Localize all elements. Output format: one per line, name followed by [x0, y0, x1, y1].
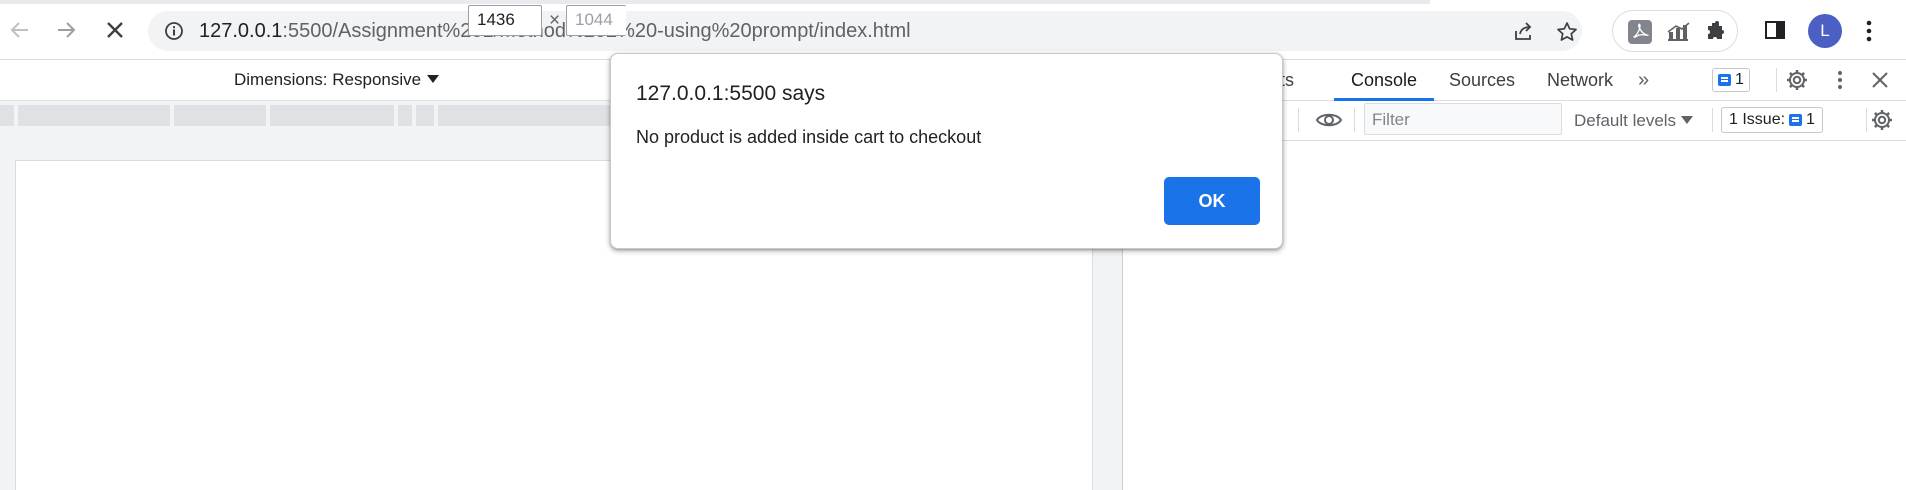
ruler-segment[interactable] — [270, 105, 394, 127]
ruler-segment[interactable] — [416, 105, 434, 127]
dropdown-arrow-icon — [427, 75, 440, 83]
dialog-message: No product is added inside cart to check… — [636, 127, 982, 147]
divider — [1866, 108, 1867, 132]
dimensions-dropdown[interactable]: Dimensions: Responsive — [234, 70, 440, 90]
dialog-title: 127.0.0.1:5500 says — [636, 82, 826, 105]
divider — [1776, 68, 1777, 92]
gear-icon[interactable] — [1785, 68, 1809, 92]
console-settings-icon[interactable] — [1870, 108, 1894, 132]
tab-strip-edge — [0, 0, 1430, 4]
message-icon — [1718, 74, 1731, 86]
messages-badge[interactable]: 1 — [1712, 68, 1750, 92]
star-icon[interactable] — [1556, 21, 1578, 43]
back-button[interactable] — [2, 12, 38, 48]
tab-sources[interactable]: Sources — [1449, 70, 1515, 91]
url-host: 127.0.0.1 — [199, 20, 283, 42]
ruler-segment[interactable] — [438, 105, 610, 127]
issue-icon — [1789, 114, 1803, 126]
pdf-extension-icon[interactable] — [1628, 20, 1652, 44]
arrow-right-icon — [58, 22, 76, 38]
issues-label: 1 Issue: — [1729, 111, 1786, 128]
width-input[interactable]: 1436 — [468, 5, 542, 36]
chart-extension-icon[interactable] — [1666, 20, 1690, 44]
stop-button[interactable] — [97, 12, 133, 48]
eye-icon[interactable] — [1315, 108, 1343, 132]
divider — [1712, 108, 1713, 132]
dimension-separator: × — [549, 10, 561, 31]
side-panel-icon[interactable] — [1764, 19, 1786, 41]
puzzle-icon[interactable] — [1703, 20, 1727, 44]
browser-toolbar: 127.0.0.1:5500/Assignment%201/Method%202… — [0, 0, 1906, 60]
dimensions-label: Dimensions: Responsive — [234, 70, 422, 89]
extensions-area — [1612, 10, 1738, 52]
close-icon — [107, 22, 123, 38]
alert-dialog: 127.0.0.1:5500 says No product is added … — [610, 53, 1283, 249]
levels-label: Default levels — [1574, 111, 1677, 130]
ruler-segment[interactable] — [0, 105, 14, 127]
ruler-segment[interactable] — [398, 105, 412, 127]
divider — [1354, 108, 1355, 132]
issues-badge[interactable]: 1 Issue: 1 — [1721, 107, 1823, 133]
info-icon[interactable] — [164, 21, 184, 41]
height-input[interactable]: 1044 — [566, 5, 626, 36]
forward-button[interactable] — [48, 12, 84, 48]
close-icon[interactable] — [1868, 68, 1892, 92]
ruler-segment[interactable] — [174, 105, 266, 127]
divider — [1298, 108, 1299, 132]
message-count: 1 — [1735, 71, 1744, 88]
more-vertical-icon[interactable] — [1862, 18, 1876, 44]
ok-button[interactable]: OK — [1164, 177, 1260, 225]
profile-avatar[interactable]: L — [1808, 14, 1842, 48]
console-filter-input[interactable]: Filter — [1364, 103, 1562, 135]
log-levels-dropdown[interactable]: Default levels — [1574, 111, 1694, 131]
address-bar[interactable]: 127.0.0.1:5500/Assignment%201/Method%202… — [148, 11, 1582, 51]
ruler-segment[interactable] — [18, 105, 170, 127]
dropdown-arrow-icon — [1681, 116, 1694, 124]
tab-console[interactable]: Console — [1351, 70, 1417, 91]
arrow-left-icon — [10, 22, 28, 38]
share-icon[interactable] — [1512, 21, 1534, 43]
more-tabs-button[interactable]: » — [1638, 69, 1649, 92]
more-vertical-icon[interactable] — [1828, 68, 1852, 92]
issues-count: 1 — [1806, 111, 1815, 128]
tab-network[interactable]: Network — [1547, 70, 1613, 91]
